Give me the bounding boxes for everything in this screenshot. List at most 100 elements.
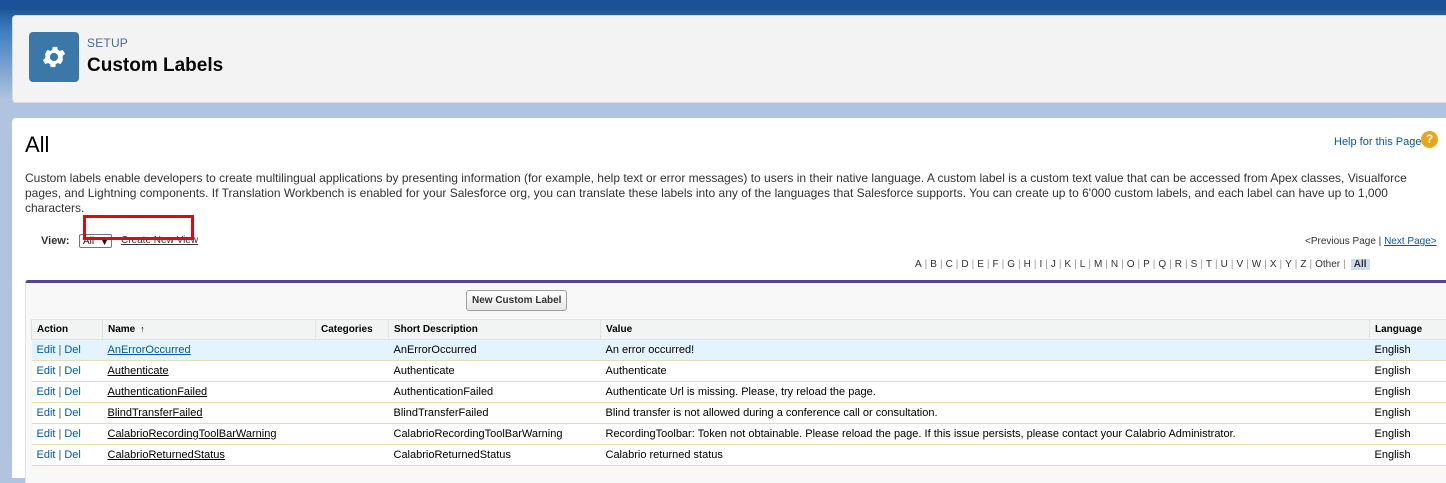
edit-link[interactable]: Edit: [37, 449, 56, 461]
alpha-separator: |: [999, 259, 1008, 270]
alpha-filter-m[interactable]: M: [1094, 259, 1102, 270]
alpha-separator: |: [1307, 259, 1316, 270]
edit-link[interactable]: Edit: [37, 407, 56, 419]
annotation-highlight-box: [83, 215, 194, 240]
short-description-cell: AnErrorOccurred: [389, 340, 601, 361]
alpha-separator: |: [1197, 259, 1206, 270]
previous-page-link[interactable]: <Previous Page: [1305, 236, 1376, 247]
delete-link[interactable]: Del: [64, 365, 81, 377]
alpha-filter-h[interactable]: H: [1024, 259, 1031, 270]
alpha-filter-a[interactable]: A: [915, 259, 922, 270]
column-header-short-description[interactable]: Short Description: [389, 320, 601, 340]
short-description-cell: CalabrioRecordingToolBarWarning: [389, 424, 601, 445]
alpha-filter-n[interactable]: N: [1111, 259, 1118, 270]
edit-link[interactable]: Edit: [37, 365, 56, 377]
language-cell: English: [1370, 445, 1446, 466]
column-header-action: Action: [32, 320, 103, 340]
short-description-cell: Authenticate: [389, 361, 601, 382]
breadcrumb[interactable]: SETUP: [87, 36, 128, 50]
action-separator: |: [55, 386, 64, 398]
alpha-filter-w[interactable]: W: [1252, 259, 1261, 270]
alpha-filter-s[interactable]: S: [1191, 259, 1198, 270]
name-cell: CalabrioRecordingToolBarWarning: [103, 424, 316, 445]
alpha-filter-e[interactable]: E: [977, 259, 984, 270]
alpha-separator: |: [1340, 259, 1349, 270]
alpha-filter-x[interactable]: X: [1270, 259, 1277, 270]
delete-link[interactable]: Del: [64, 449, 81, 461]
value-cell: Authenticate: [601, 361, 1370, 382]
label-name-link[interactable]: CalabrioReturnedStatus: [108, 449, 225, 461]
alpha-filter-all[interactable]: All: [1351, 259, 1370, 270]
alpha-separator: |: [1243, 259, 1252, 270]
edit-link[interactable]: Edit: [37, 344, 56, 356]
alpha-separator: |: [1166, 259, 1175, 270]
label-name-link[interactable]: AuthenticationFailed: [108, 386, 208, 398]
alpha-filter-u[interactable]: U: [1221, 259, 1228, 270]
alpha-filter-g[interactable]: G: [1007, 259, 1015, 270]
alpha-separator: |: [984, 259, 993, 270]
label-name-link[interactable]: CalabrioRecordingToolBarWarning: [108, 428, 277, 440]
alpha-filter-d[interactable]: D: [961, 259, 968, 270]
column-header-categories[interactable]: Categories: [316, 320, 389, 340]
action-separator: |: [55, 365, 64, 377]
alpha-separator: |: [937, 259, 946, 270]
delete-link[interactable]: Del: [64, 386, 81, 398]
table-row: Edit|Del BlindTransferFailed BlindTransfer…: [32, 403, 1446, 424]
alpha-filter-other[interactable]: Other: [1315, 259, 1340, 270]
action-separator: |: [55, 407, 64, 419]
short-description-cell: AuthenticationFailed: [389, 382, 601, 403]
language-cell: English: [1370, 340, 1446, 361]
language-cell: English: [1370, 382, 1446, 403]
column-header-name[interactable]: Name↑: [103, 320, 316, 340]
label-name-link[interactable]: BlindTransferFailed: [108, 407, 203, 419]
alpha-filter-b[interactable]: B: [930, 259, 937, 270]
pagination: <Previous Page | Next Page>: [1305, 236, 1437, 247]
custom-labels-table: Action Name↑ Categories Short Descriptio…: [31, 319, 1446, 466]
alpha-filter-r[interactable]: R: [1175, 259, 1182, 270]
alpha-filter-p[interactable]: P: [1143, 259, 1150, 270]
alphabet-filter: A|B|C|D|E|F|G|H|I|J|K|L|M|N|O|P|Q|R|S|T|…: [915, 259, 1370, 270]
alpha-filter-y[interactable]: Y: [1285, 259, 1292, 270]
view-label: View:: [41, 235, 70, 247]
gear-icon: [29, 32, 79, 82]
alpha-filter-v[interactable]: V: [1236, 259, 1243, 270]
row-actions: Edit|Del: [32, 424, 103, 445]
table-row: Edit|DelCalabrioReturnedStatusCalabrioRe…: [32, 445, 1446, 466]
action-separator: |: [55, 344, 64, 356]
label-name-link[interactable]: AnErrorOccurred: [108, 344, 191, 356]
column-header-value[interactable]: Value: [601, 320, 1370, 340]
main-content: All Help for this Page ? Custom labels e…: [12, 118, 1446, 478]
alpha-separator: |: [1212, 259, 1221, 270]
delete-link[interactable]: Del: [64, 428, 81, 440]
help-icon[interactable]: ?: [1421, 131, 1438, 148]
alpha-filter-k[interactable]: K: [1064, 259, 1071, 270]
paging-separator: |: [1379, 236, 1382, 247]
label-name-link[interactable]: Authenticate: [108, 365, 169, 377]
name-cell: AnErrorOccurred: [103, 340, 316, 361]
alpha-separator: |: [1118, 259, 1127, 270]
alpha-separator: |: [1071, 259, 1080, 270]
short-description-cell: BlindTransferFailed: [389, 403, 601, 424]
alpha-filter-c[interactable]: C: [946, 259, 953, 270]
page-description: Custom labels enable developers to creat…: [25, 171, 1435, 216]
categories-cell: [316, 340, 389, 361]
delete-link[interactable]: Del: [64, 344, 81, 356]
next-page-link[interactable]: Next Page>: [1384, 236, 1437, 247]
alpha-filter-q[interactable]: Q: [1158, 259, 1166, 270]
alpha-separator: |: [953, 259, 962, 270]
alpha-separator: |: [1182, 259, 1191, 270]
table-row: Edit|Del CalabrioRecordingToolBarWarning C…: [32, 424, 1446, 445]
categories-cell: [316, 361, 389, 382]
row-actions: Edit|Del: [32, 382, 103, 403]
new-custom-label-button[interactable]: New Custom Label: [466, 290, 567, 311]
table-row: Edit|DelAuthenticateAuthenticateAuthenti…: [32, 361, 1446, 382]
name-cell: CalabrioReturnedStatus: [103, 445, 316, 466]
column-header-language[interactable]: Language: [1370, 320, 1446, 340]
alpha-separator: |: [1102, 259, 1111, 270]
alpha-filter-o[interactable]: O: [1127, 259, 1135, 270]
edit-link[interactable]: Edit: [37, 386, 56, 398]
help-for-this-page-link[interactable]: Help for this Page: [1334, 136, 1421, 148]
delete-link[interactable]: Del: [64, 407, 81, 419]
table-row: Edit|Del AuthenticationFailed Authenticati…: [32, 382, 1446, 403]
edit-link[interactable]: Edit: [37, 428, 56, 440]
